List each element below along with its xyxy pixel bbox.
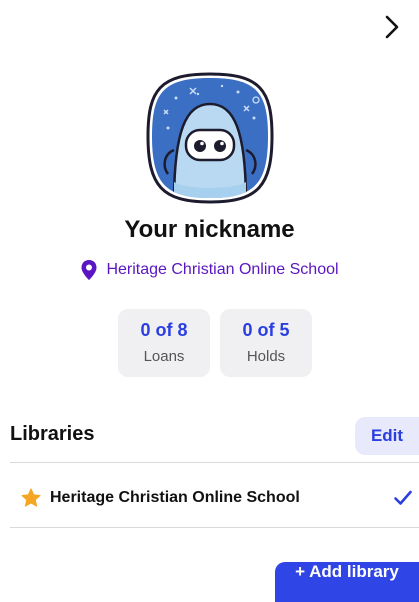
loans-count: 0 of 8 [140, 320, 188, 340]
robot-avatar-icon [146, 72, 274, 204]
edit-libraries-button[interactable]: Edit [355, 417, 419, 455]
add-library-button[interactable]: + Add library [275, 562, 419, 602]
libraries-heading: Libraries [10, 423, 95, 445]
divider [10, 462, 419, 463]
holds-stat[interactable]: 0 of 5 Holds [220, 309, 312, 377]
home-library-link[interactable]: Heritage Christian Online School [0, 259, 419, 281]
next-button[interactable] [379, 14, 405, 40]
profile-avatar[interactable] [146, 70, 274, 204]
library-item-name: Heritage Christian Online School [50, 489, 300, 506]
divider [10, 527, 419, 528]
loans-label: Loans [143, 348, 185, 365]
add-library-label: + Add library [295, 562, 399, 581]
loans-stat[interactable]: 0 of 8 Loans [118, 309, 210, 377]
stats-row: 0 of 8 Loans 0 of 5 Holds [118, 309, 312, 377]
checkmark-icon [394, 490, 412, 505]
nickname-title[interactable]: Your nickname [0, 216, 419, 244]
home-library-name: Heritage Christian Online School [106, 261, 339, 278]
holds-count: 0 of 5 [242, 320, 290, 340]
library-list-item[interactable]: Heritage Christian Online School [10, 470, 419, 526]
chevron-right-icon [385, 15, 399, 39]
star-icon [21, 488, 41, 507]
holds-label: Holds [246, 348, 286, 365]
location-pin-icon [81, 260, 97, 280]
